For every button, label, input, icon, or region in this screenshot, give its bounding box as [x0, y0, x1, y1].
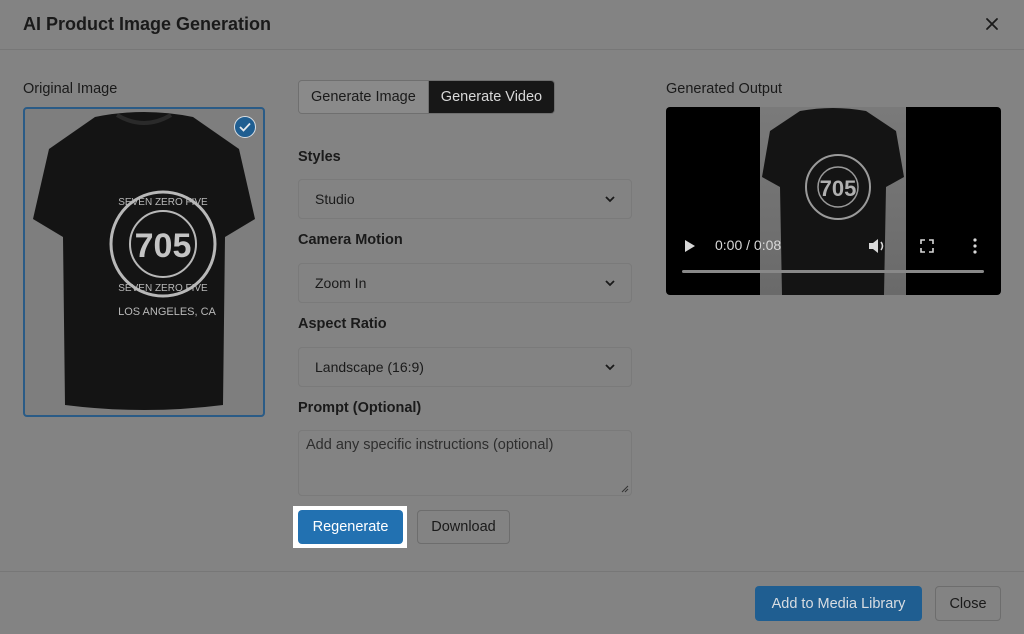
shirt-bottom-text: SEVEN ZERO FIVE	[118, 283, 208, 294]
modal-title: AI Product Image Generation	[23, 14, 272, 34]
tshirt-image: 705 SEVEN ZERO FIVE SEVEN ZERO FIVE LOS …	[33, 112, 255, 410]
tab-generate-image[interactable]: Generate Image	[299, 81, 429, 113]
more-vertical-icon[interactable]	[972, 238, 978, 254]
prompt-label: Prompt (Optional)	[298, 400, 422, 416]
download-button[interactable]: Download	[417, 510, 510, 544]
camera-motion-select[interactable]: Zoom In	[298, 263, 632, 303]
styles-label: Styles	[298, 149, 341, 165]
chevron-down-icon	[605, 364, 615, 371]
volume-icon[interactable]	[868, 238, 886, 254]
add-to-media-library-button[interactable]: Add to Media Library	[755, 586, 922, 621]
shirt-top-text: SEVEN ZERO FIVE	[118, 197, 208, 208]
original-image-card[interactable]: 705 SEVEN ZERO FIVE SEVEN ZERO FIVE LOS …	[23, 107, 265, 417]
generation-mode-tabs: Generate Image Generate Video	[298, 80, 556, 114]
original-image-label: Original Image	[23, 81, 118, 97]
prompt-textarea[interactable]: Add any specific instructions (optional)	[298, 430, 632, 496]
regenerate-button[interactable]: Regenerate	[298, 510, 403, 544]
fullscreen-icon[interactable]	[920, 239, 934, 253]
close-icon[interactable]	[980, 12, 1004, 36]
check-icon	[234, 116, 256, 138]
aspect-ratio-value: Landscape (16:9)	[315, 359, 424, 375]
chevron-down-icon	[605, 280, 615, 287]
video-frame: 705	[760, 107, 906, 295]
video-progress-bar[interactable]	[682, 270, 984, 273]
modal-header: AI Product Image Generation	[0, 0, 1024, 50]
camera-motion-label: Camera Motion	[298, 232, 403, 248]
camera-motion-value: Zoom In	[315, 275, 367, 291]
styles-value: Studio	[315, 191, 355, 207]
video-player[interactable]: 705 0:00 / 0:08	[666, 107, 1001, 295]
resize-handle-icon[interactable]	[621, 485, 629, 493]
prompt-placeholder: Add any specific instructions (optional)	[306, 437, 554, 453]
shirt-number: 705	[135, 227, 192, 265]
tshirt-video-frame: 705	[762, 108, 904, 295]
video-shirt-number: 705	[820, 176, 857, 201]
aspect-ratio-select[interactable]: Landscape (16:9)	[298, 347, 632, 387]
styles-select[interactable]: Studio	[298, 179, 632, 219]
generated-output-label: Generated Output	[666, 81, 783, 97]
shirt-city-text: LOS ANGELES, CA	[118, 306, 216, 318]
aspect-ratio-label: Aspect Ratio	[298, 316, 387, 332]
chevron-down-icon	[605, 196, 615, 203]
close-button[interactable]: Close	[935, 586, 1001, 621]
video-time: 0:00 / 0:08	[715, 237, 782, 253]
play-icon[interactable]	[684, 239, 696, 253]
tab-generate-video[interactable]: Generate Video	[428, 81, 555, 113]
ai-image-modal: AI Product Image Generation Original Ima…	[0, 0, 1024, 634]
